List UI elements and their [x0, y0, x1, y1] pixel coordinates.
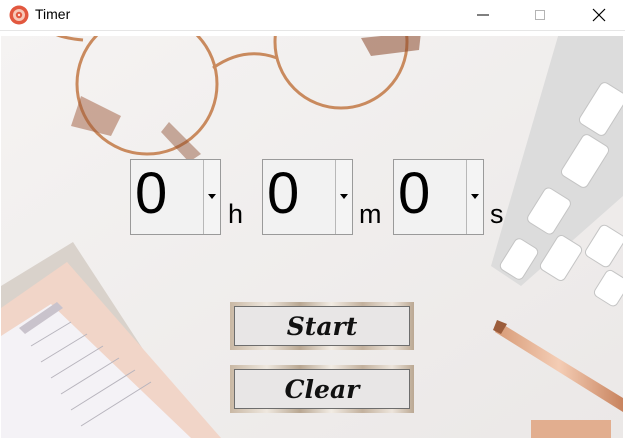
maximize-icon: [535, 10, 545, 20]
minutes-spinbox[interactable]: 0: [262, 159, 353, 235]
seconds-dropdown-button[interactable]: [466, 160, 483, 234]
close-icon: [592, 8, 606, 22]
clear-button-label: Clear: [234, 369, 410, 409]
window-title: Timer: [35, 6, 71, 22]
chevron-down-icon: [208, 194, 216, 199]
timer-panel: 0 h 0 m 0 s Start Clear: [1, 36, 623, 438]
maximize-button[interactable]: [517, 0, 563, 30]
minutes-unit-label: m: [359, 199, 382, 229]
seconds-spinbox[interactable]: 0: [393, 159, 484, 235]
hours-spinbox[interactable]: 0: [130, 159, 221, 235]
close-button[interactable]: [576, 0, 622, 30]
minimize-icon: [477, 14, 489, 16]
timer-app-icon: [9, 5, 29, 25]
clear-button[interactable]: Clear: [230, 365, 414, 413]
hours-value: 0: [135, 161, 168, 226]
chevron-down-icon: [340, 194, 348, 199]
minimize-button[interactable]: [460, 0, 506, 30]
minutes-dropdown-button[interactable]: [335, 160, 352, 234]
hours-dropdown-button[interactable]: [203, 160, 220, 234]
minutes-value: 0: [267, 161, 300, 226]
hours-unit-label: h: [228, 199, 244, 229]
start-button-label: Start: [234, 306, 410, 346]
start-button[interactable]: Start: [230, 302, 414, 350]
seconds-unit-label: s: [490, 199, 504, 229]
title-bar: Timer: [0, 0, 625, 31]
chevron-down-icon: [471, 194, 479, 199]
seconds-value: 0: [398, 161, 431, 226]
